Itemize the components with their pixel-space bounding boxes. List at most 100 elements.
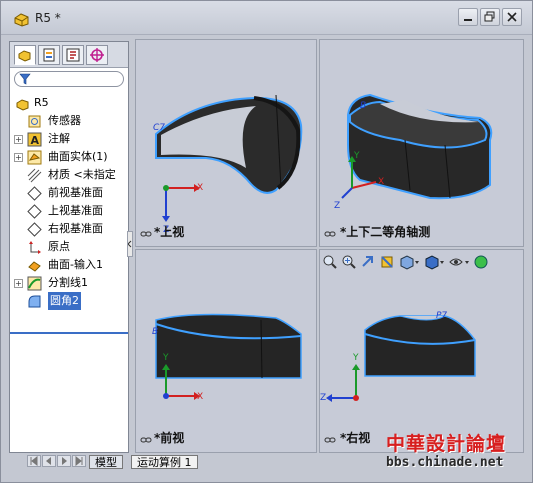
imported-surface-icon [28, 261, 41, 272]
tab-property-manager[interactable] [38, 45, 60, 65]
plane-icon [27, 186, 42, 201]
svg-text:Z: Z [334, 201, 340, 211]
close-icon [507, 12, 517, 22]
first-arrow-icon [30, 456, 38, 466]
part-icon [16, 99, 29, 111]
plane-icon [27, 204, 42, 219]
panel-divider [10, 332, 128, 334]
tab-motion-study[interactable]: 运动算例 1 [131, 455, 198, 469]
configuration-manager-icon [66, 48, 80, 62]
surface-bodies-icon [27, 150, 42, 165]
next-tab-button[interactable] [57, 455, 71, 467]
annotation-marker: P7 [436, 311, 447, 321]
annotation-marker: B [360, 101, 366, 111]
tab-feature-manager[interactable] [14, 45, 36, 65]
annotation-icon: A [27, 132, 42, 147]
tab-model[interactable]: 模型 [89, 455, 123, 469]
tree-node-label: 曲面-输入1 [48, 258, 103, 271]
first-tab-button[interactable] [27, 455, 41, 467]
panel-splitter-handle[interactable] [127, 231, 133, 257]
tree-node-label: 传感器 [48, 114, 81, 127]
tree-node[interactable]: 材质 <未指定 [12, 166, 126, 184]
viewport-right-label: *右视 [340, 431, 371, 445]
dimetric-view-model: B X Y Z [334, 93, 493, 211]
tree-node[interactable]: R5 [12, 94, 126, 112]
tree-node[interactable]: + A 注解 [12, 130, 126, 148]
view-link-icon[interactable] [140, 230, 152, 238]
plane-icon [27, 222, 42, 237]
tree-node[interactable]: + 分割线1 [12, 274, 126, 292]
dimxpert-icon [90, 48, 104, 62]
tree-node[interactable]: 圆角2 [12, 292, 126, 310]
filter-icon [19, 73, 31, 85]
fillet-icon [28, 295, 41, 308]
split-line-icon [27, 276, 42, 291]
tree-node[interactable]: + 曲面实体(1) [12, 148, 126, 166]
tree-node-label: R5 [34, 96, 49, 109]
tab-dimxpert-manager[interactable] [86, 45, 108, 65]
viewport-dimetric[interactable]: B X Y Z *上下二等角轴测 [319, 39, 524, 247]
viewport-right[interactable]: P7 Z Y *右视 [319, 249, 524, 453]
tab-configuration-manager[interactable] [62, 45, 84, 65]
last-arrow-icon [75, 456, 83, 466]
tree-node-label: 材质 <未指定 [48, 168, 116, 181]
material-icon [27, 168, 42, 183]
origin-icon [29, 241, 41, 254]
right-view-triad: Z Y [320, 353, 360, 403]
expand-toggle-icon[interactable]: + [14, 279, 23, 288]
svg-text:A: A [31, 134, 40, 147]
tree-node-label: 前视基准面 [48, 186, 103, 199]
svg-text:Y: Y [162, 353, 169, 363]
svg-text:Y: Y [352, 353, 359, 363]
tree-node[interactable]: 原点 [12, 238, 126, 256]
prev-arrow-icon [46, 457, 51, 465]
minimize-button[interactable] [458, 8, 478, 26]
tree-node[interactable]: 曲面-输入1 [12, 256, 126, 274]
expand-toggle-icon[interactable]: + [14, 135, 23, 144]
tree-node[interactable]: 右视基准面 [12, 220, 126, 238]
front-view-model: B X Y [152, 313, 302, 402]
tree-node[interactable]: 传感器 [12, 112, 126, 130]
tree-node-label: 分割线1 [48, 276, 88, 289]
annotation-marker: B [152, 327, 158, 337]
top-view-model: C7 X Z [153, 94, 303, 235]
feature-manager-panel: R5 传感器 + A 注解 + 曲面实体(1) 材质 <未指定 前视基准面上视基准面右视基准面原… [9, 41, 129, 453]
sensor-icon [28, 115, 41, 128]
viewport-top[interactable]: C7 X Z *上视 [135, 39, 317, 247]
view-link-icon[interactable] [324, 436, 336, 444]
restore-button[interactable] [480, 8, 500, 26]
svg-text:Y: Y [353, 151, 360, 161]
panel-tab-bar [10, 42, 128, 68]
minimize-icon [464, 19, 472, 21]
svg-text:X: X [197, 183, 203, 193]
prev-tab-button[interactable] [42, 455, 56, 467]
tree-node-label: 曲面实体(1) [48, 150, 108, 163]
last-tab-button[interactable] [72, 455, 86, 467]
right-view-model: P7 Z Y [320, 311, 476, 403]
view-link-icon[interactable] [324, 230, 336, 238]
tree-node-label: 右视基准面 [48, 222, 103, 235]
part-icon [14, 13, 29, 27]
svg-text:X: X [378, 177, 384, 187]
restore-icon [484, 11, 495, 22]
viewport-top-label: *上视 [154, 225, 185, 239]
tree-node[interactable]: 上视基准面 [12, 202, 126, 220]
tree-node-label: 注解 [48, 132, 70, 145]
svg-text:Z: Z [320, 393, 326, 403]
tree-node[interactable]: 前视基准面 [12, 184, 126, 202]
watermark-title: 中華設計論壇 [386, 433, 507, 455]
tree-node-label: 上视基准面 [48, 204, 103, 217]
expand-toggle-icon[interactable]: + [14, 153, 23, 162]
tree-node-label: 圆角2 [48, 292, 81, 310]
watermark-url: bbs.chinade.net [386, 455, 504, 470]
view-link-icon[interactable] [140, 436, 152, 444]
close-button[interactable] [502, 8, 522, 26]
window-title-bar[interactable]: R5 * [1, 1, 532, 35]
window-title: R5 * [35, 11, 61, 25]
viewport-front[interactable]: B X Y *前视 [135, 249, 317, 453]
watermark: 中華設計論壇 bbs.chinade.net [386, 429, 526, 475]
part-window: R5 * R5 传感器 + A 注解 + 曲面实体(1) 材质 <未指定 前视基… [0, 0, 533, 483]
viewport-dimetric-label: *上下二等角轴测 [340, 225, 431, 239]
tree-filter-input[interactable] [14, 71, 124, 87]
feature-manager-icon [18, 50, 31, 62]
